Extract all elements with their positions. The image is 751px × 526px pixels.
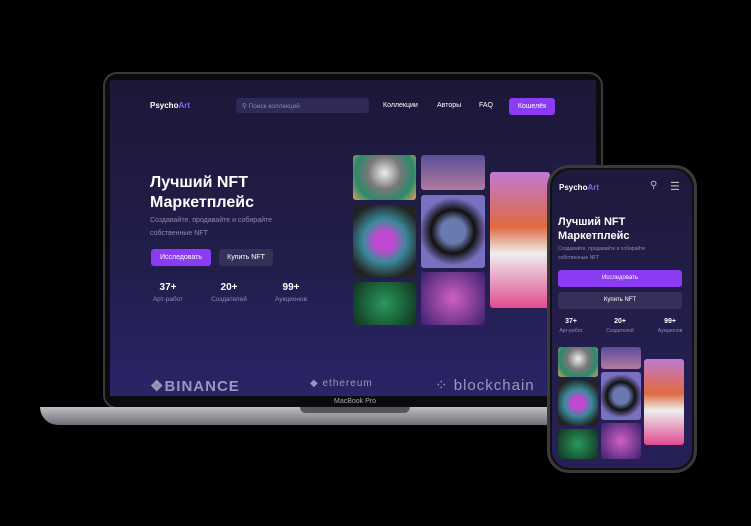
binance-icon: ❖ — [150, 378, 165, 395]
partner-ethereum: ◆ ethereum — [310, 378, 373, 389]
partner-name: BINANCE — [164, 378, 240, 395]
stat-label: Аукционов — [657, 328, 683, 334]
stat-value: 20+ — [614, 318, 626, 325]
stat-label: Аукционов — [275, 296, 307, 303]
subtitle-line: Создавайте, продавайте и собирайте — [558, 246, 646, 252]
explore-button[interactable]: Исследовать — [558, 270, 682, 287]
buy-nft-button[interactable]: Купить NFT — [219, 249, 273, 266]
stat-label: Арт-работ — [152, 296, 184, 303]
stat-label: Создателей — [211, 296, 247, 303]
title-line: Лучший NFT — [150, 174, 248, 191]
nft-artwork[interactable] — [558, 347, 598, 377]
partner-name: ethereum — [322, 378, 373, 389]
title-line: Маркетплейс — [558, 230, 630, 242]
nft-artwork[interactable] — [558, 429, 598, 459]
logo[interactable]: PsychoArt — [559, 183, 599, 192]
logo-text: Psycho — [150, 101, 179, 110]
nft-artwork[interactable] — [601, 372, 641, 420]
subtitle-line: собственные NFT — [150, 230, 208, 237]
stat-value: 99+ — [282, 282, 300, 293]
stat-label: Арт-работ — [559, 328, 583, 334]
laptop-notch — [300, 407, 410, 413]
nft-artwork[interactable] — [421, 155, 485, 190]
subtitle-line: собственные NFT — [558, 255, 600, 261]
stat-value: 20+ — [220, 282, 238, 293]
nft-artwork[interactable] — [558, 380, 598, 426]
buy-nft-button[interactable]: Купить NFT — [558, 292, 682, 309]
logo[interactable]: PsychoArt — [150, 101, 190, 110]
hero-title: Лучший NFT Маркетплейс — [150, 173, 254, 213]
search-icon[interactable]: ⚲ — [650, 180, 657, 191]
stat-value: 37+ — [159, 282, 177, 293]
nft-artwork[interactable] — [421, 195, 485, 268]
nft-artwork[interactable] — [601, 347, 641, 369]
search-placeholder: Поиск коллекций — [248, 103, 300, 110]
hero-title: Лучший NFT Маркетплейс — [558, 215, 629, 243]
nav-faq[interactable]: FAQ — [479, 102, 493, 109]
device-label: MacBook Pro — [333, 398, 377, 405]
phone-screen: PsychoArt ⚲ ☰ Лучший NFT Маркетплейс Созд… — [552, 170, 692, 468]
hero-subtitle: Создавайте, продавайте и собирайте собств… — [150, 214, 272, 240]
ethereum-icon: ◆ — [310, 378, 319, 389]
nft-artwork[interactable] — [490, 172, 550, 308]
partner-blockchain: ⁘ blockchain — [435, 376, 535, 394]
partner-binance: ❖BINANCE — [150, 377, 240, 395]
blockchain-icon: ⁘ — [435, 377, 449, 394]
nft-artwork[interactable] — [644, 359, 684, 445]
nft-artwork[interactable] — [353, 205, 416, 277]
menu-icon[interactable]: ☰ — [670, 180, 680, 193]
stat-label: Создателей — [606, 328, 634, 334]
search-icon: ⚲ — [242, 103, 247, 110]
title-line: Лучший NFT — [558, 216, 626, 228]
nft-artwork[interactable] — [353, 155, 416, 200]
logo-text: Psycho — [559, 183, 588, 192]
logo-accent: Art — [178, 101, 191, 110]
title-line: Маркетплейс — [150, 194, 254, 211]
nav-authors[interactable]: Авторы — [437, 102, 461, 109]
nft-artwork[interactable] — [601, 423, 641, 459]
nft-artwork[interactable] — [421, 272, 485, 325]
nft-artwork[interactable] — [353, 282, 416, 325]
subtitle-line: Создавайте, продавайте и собирайте — [150, 217, 273, 224]
explore-button[interactable]: Исследовать — [151, 249, 211, 266]
search-input[interactable]: ⚲ Поиск коллекций — [236, 98, 369, 113]
wallet-button[interactable]: Кошелёк — [509, 98, 555, 115]
laptop-screen: PsychoArt ⚲ Поиск коллекций Коллекции Ав… — [110, 80, 596, 396]
partner-name: blockchain — [453, 377, 535, 394]
logo-accent: Art — [587, 183, 600, 192]
stat-value: 37+ — [565, 318, 577, 325]
nav-collections[interactable]: Коллекции — [383, 102, 418, 109]
hero-subtitle: Создавайте, продавайте и собирайте собств… — [558, 245, 645, 263]
stat-value: 99+ — [664, 318, 676, 325]
